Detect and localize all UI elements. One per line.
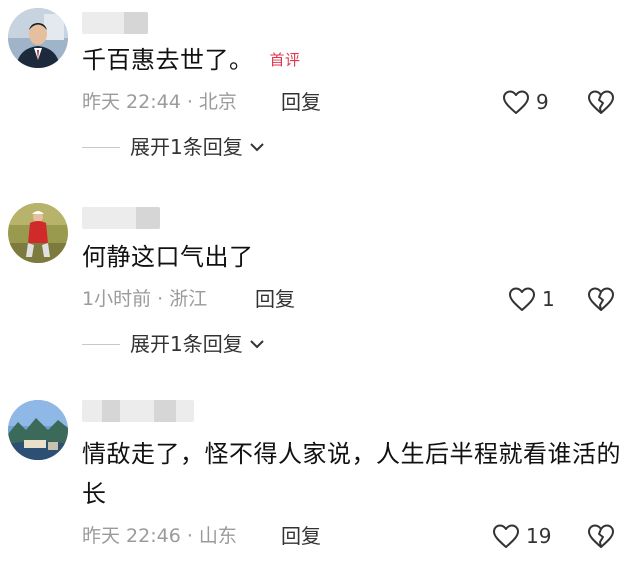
expand-replies-label: 展开1条回复 bbox=[130, 135, 243, 159]
expand-replies-label: 展开1条回复 bbox=[130, 332, 243, 356]
comment-text: 千百惠去世了。 首评 bbox=[82, 40, 622, 80]
divider-line bbox=[82, 146, 120, 148]
avatar[interactable] bbox=[8, 203, 68, 263]
chevron-down-icon bbox=[250, 340, 264, 349]
expand-replies-button[interactable]: 展开1条回复 bbox=[82, 134, 265, 160]
dislike-button[interactable] bbox=[587, 523, 615, 549]
comment-meta: 1小时前 · 浙江 bbox=[82, 288, 208, 310]
divider-line bbox=[82, 343, 120, 345]
heart-outline-icon bbox=[509, 287, 535, 311]
broken-heart-icon bbox=[588, 90, 614, 114]
like-button[interactable]: 9 bbox=[502, 89, 549, 115]
comment-item: 何静这口气出了 1小时前 · 浙江 回复 1 展开1条回复 bbox=[0, 195, 640, 365]
broken-heart-icon bbox=[588, 287, 614, 311]
reply-button[interactable]: 回复 bbox=[281, 89, 321, 115]
heart-outline-icon bbox=[503, 90, 529, 114]
username-blurred[interactable] bbox=[82, 207, 160, 229]
first-comment-badge: 首评 bbox=[269, 51, 301, 69]
comment-body: 千百惠去世了。 bbox=[82, 46, 254, 74]
broken-heart-icon bbox=[588, 524, 614, 548]
avatar[interactable] bbox=[8, 400, 68, 460]
like-count: 1 bbox=[542, 287, 555, 311]
like-count: 9 bbox=[536, 90, 549, 114]
username-blurred[interactable] bbox=[82, 12, 148, 34]
comment-body: 情敌走了，怪不得人家说，人生后半程就看谁活的长 bbox=[82, 440, 621, 508]
heart-outline-icon bbox=[493, 524, 519, 548]
username-blurred[interactable] bbox=[82, 400, 194, 422]
comment-meta: 昨天 22:44 · 北京 bbox=[82, 91, 237, 113]
comment-meta: 昨天 22:46 · 山东 bbox=[82, 525, 237, 547]
comment-text: 情敌走了，怪不得人家说，人生后半程就看谁活的长 bbox=[82, 434, 622, 514]
chevron-down-icon bbox=[250, 143, 264, 152]
comment-item: 千百惠去世了。 首评 昨天 22:44 · 北京 回复 9 展开1条回复 bbox=[0, 0, 640, 180]
comment-body: 何静这口气出了 bbox=[82, 243, 254, 271]
like-button[interactable]: 1 bbox=[508, 286, 555, 312]
like-count: 19 bbox=[526, 524, 552, 548]
expand-replies-button[interactable]: 展开1条回复 bbox=[82, 331, 265, 357]
dislike-button[interactable] bbox=[587, 286, 615, 312]
dislike-button[interactable] bbox=[587, 89, 615, 115]
reply-button[interactable]: 回复 bbox=[255, 286, 295, 312]
comment-text: 何静这口气出了 bbox=[82, 237, 622, 277]
comment-item: 情敌走了，怪不得人家说，人生后半程就看谁活的长 昨天 22:46 · 山东 回复… bbox=[0, 392, 640, 571]
like-button[interactable]: 19 bbox=[492, 523, 551, 549]
avatar[interactable] bbox=[8, 8, 68, 68]
reply-button[interactable]: 回复 bbox=[281, 523, 321, 549]
